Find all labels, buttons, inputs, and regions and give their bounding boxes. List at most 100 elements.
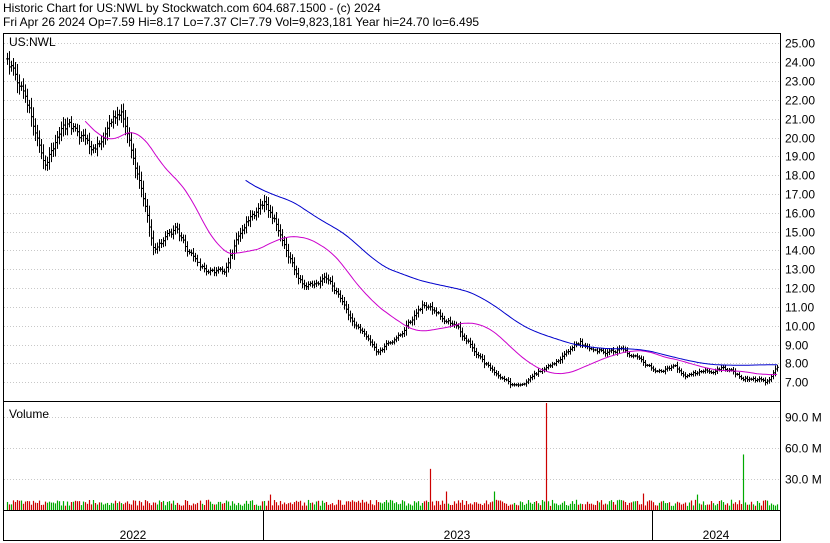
- price-bar: [704, 367, 707, 374]
- price-bar: [213, 266, 216, 277]
- price-bar: [698, 368, 701, 376]
- price-bar: [215, 267, 218, 277]
- price-tick-label: 7.00: [785, 376, 809, 390]
- price-tick-label: 11.00: [785, 301, 814, 315]
- price-bar: [337, 288, 340, 298]
- price-bar: [612, 347, 615, 355]
- price-bar: [239, 227, 242, 242]
- price-bar: [34, 118, 37, 142]
- price-bar: [371, 339, 374, 348]
- price-bar: [555, 359, 558, 367]
- price-bar: [154, 243, 157, 254]
- price-bar: [158, 239, 161, 252]
- price-tick-label: 19.00: [785, 150, 815, 164]
- price-bar: [351, 313, 354, 326]
- price-bar: [766, 379, 769, 385]
- price-bar: [192, 248, 195, 262]
- price-bar: [441, 312, 444, 323]
- price-bar: [602, 348, 605, 355]
- price-bar: [64, 118, 67, 136]
- price-bar: [194, 252, 197, 263]
- price-bar: [233, 239, 236, 260]
- price-bar: [110, 118, 113, 127]
- price-bar: [100, 135, 103, 151]
- price-bar: [62, 117, 65, 137]
- price-bar: [640, 355, 643, 363]
- price-bar: [365, 331, 368, 340]
- price-tick-label: 17.00: [785, 188, 815, 202]
- price-bar: [393, 337, 396, 345]
- price-bar: [471, 340, 474, 352]
- price-bar: [52, 142, 55, 158]
- price-bar: [299, 274, 302, 284]
- price-bar: [136, 162, 139, 180]
- price-bar: [417, 305, 420, 318]
- price-bar: [70, 116, 73, 135]
- price-bar: [465, 334, 468, 345]
- price-bar: [311, 280, 314, 288]
- price-bar: [425, 302, 428, 311]
- price-bar: [122, 103, 125, 128]
- price-bar: [638, 355, 641, 360]
- price-tick-label: 8.00: [785, 357, 809, 371]
- price-bar: [764, 377, 767, 386]
- price-bar: [142, 180, 145, 207]
- price-panel-frame: [3, 33, 781, 402]
- moving-average-line: [84, 120, 778, 376]
- price-bar: [628, 351, 631, 358]
- price-bar: [357, 323, 360, 330]
- price-bar: [170, 228, 173, 238]
- price-bar: [650, 362, 653, 371]
- price-bar: [529, 375, 532, 383]
- price-bar: [543, 366, 546, 373]
- price-bar: [413, 310, 416, 326]
- volume-panel-frame: [3, 401, 781, 511]
- price-bar: [531, 373, 534, 381]
- stock-chart-svg: 25.00 24.00 23.00 22.00 21.00 20.00 19.00 18.00…: [3, 33, 822, 542]
- price-bar: [231, 249, 234, 260]
- price-bar: [734, 368, 737, 378]
- price-bar: [339, 290, 342, 303]
- price-bar: [654, 367, 657, 374]
- price-bar: [503, 375, 506, 382]
- price-bar: [527, 377, 530, 385]
- price-bars: [6, 51, 779, 389]
- price-bar: [303, 279, 306, 290]
- price-bar: [373, 341, 376, 351]
- price-bar: [124, 110, 127, 136]
- price-bar: [293, 257, 296, 276]
- moving-average-lines: [84, 120, 778, 376]
- volume-tick-label: 60.0 M: [785, 442, 822, 456]
- price-bar: [301, 275, 304, 289]
- price-bar: [116, 106, 119, 126]
- price-bar: [18, 74, 21, 95]
- price-bar: [132, 143, 135, 166]
- price-bar: [573, 341, 576, 351]
- price-bar: [36, 124, 39, 147]
- price-bar: [166, 230, 169, 241]
- time-tick-label: 2022: [120, 528, 147, 542]
- price-bar: [199, 258, 202, 271]
- price-bar: [56, 130, 59, 149]
- price-bar: [499, 373, 502, 380]
- price-bar: [541, 367, 544, 374]
- price-bar: [243, 223, 246, 235]
- price-bar: [80, 131, 83, 143]
- price-bar: [682, 371, 685, 378]
- price-bar: [642, 356, 645, 366]
- price-bar: [533, 370, 536, 380]
- moving-average-line: [245, 179, 778, 366]
- price-tick-label: 20.00: [785, 132, 815, 146]
- price-bar: [255, 207, 258, 221]
- price-tick-label: 13.00: [785, 263, 815, 277]
- price-bar: [363, 328, 366, 337]
- price-bar: [443, 315, 446, 325]
- price-bar: [435, 307, 438, 317]
- price-bar: [688, 372, 691, 378]
- price-bar: [86, 134, 89, 145]
- price-tick-label: 25.00: [785, 37, 815, 51]
- price-bar: [225, 262, 228, 277]
- price-bar: [606, 349, 609, 357]
- price-bar: [770, 374, 773, 383]
- price-bar: [678, 366, 681, 374]
